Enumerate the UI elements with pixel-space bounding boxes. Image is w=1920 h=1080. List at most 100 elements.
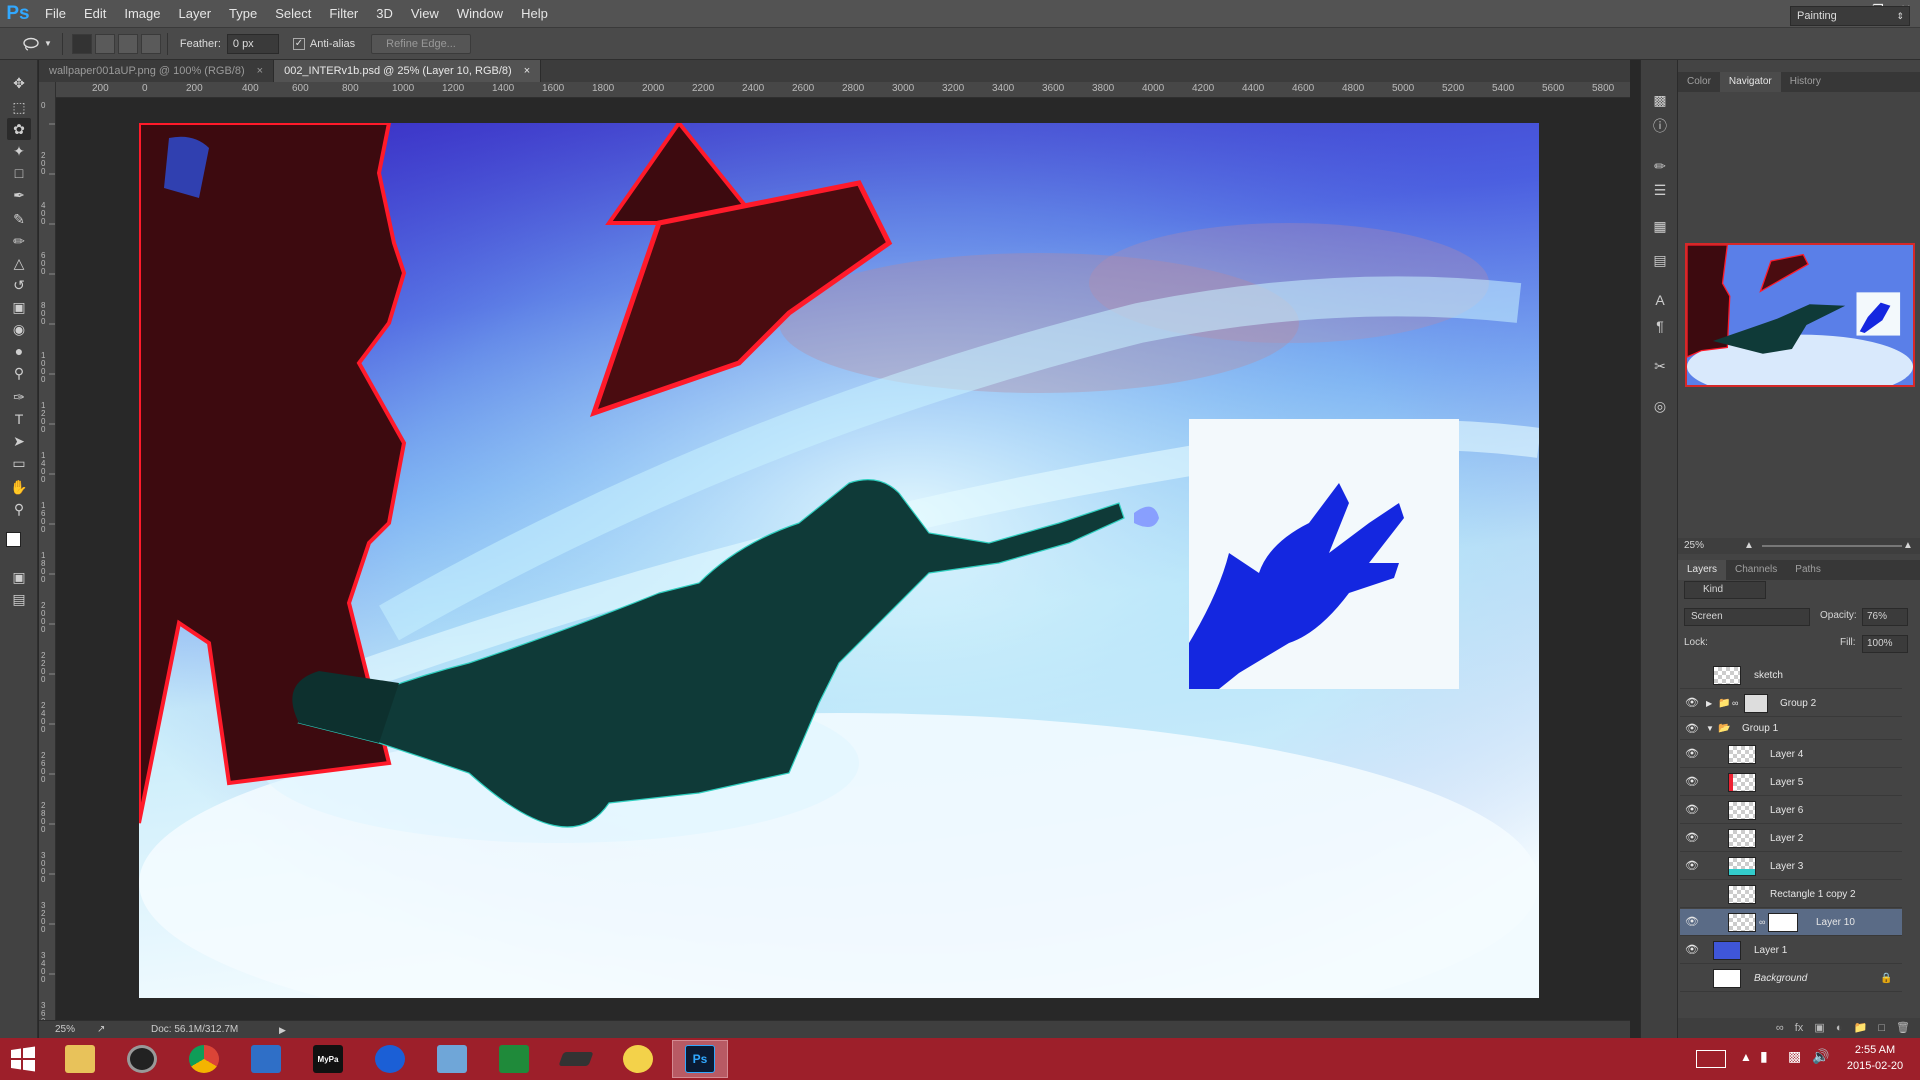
blend-mode-select[interactable]: Screen <box>1684 608 1810 626</box>
rectangle-tool-icon[interactable]: ▭ <box>7 452 31 474</box>
close-icon[interactable]: × <box>257 60 263 82</box>
history-brush-tool-icon[interactable]: ↺ <box>7 274 31 296</box>
lasso-icon[interactable] <box>20 33 42 55</box>
close-icon[interactable]: × <box>524 60 530 82</box>
tab-history[interactable]: History <box>1781 72 1830 92</box>
brush-tool-icon[interactable]: ✏ <box>7 230 31 252</box>
tab-channels[interactable]: Channels <box>1726 560 1786 580</box>
eye-icon[interactable]: 👁 <box>1684 721 1700 737</box>
visibility-off-icon[interactable] <box>1684 886 1700 902</box>
layer-row-group-2[interactable]: 👁 ▶ 📁 ∞ Group 2 <box>1680 690 1902 717</box>
layer-mask-thumbnail[interactable] <box>1768 913 1798 932</box>
layer-filter-select[interactable]: Kind <box>1684 581 1766 599</box>
eye-icon[interactable]: 👁 <box>1684 914 1700 930</box>
status-zoom[interactable]: 25% <box>55 1021 75 1039</box>
eyedropper-tool-icon[interactable]: ✒ <box>7 184 31 206</box>
type-tool-icon[interactable]: T <box>7 408 31 430</box>
visibility-off-icon[interactable] <box>1684 667 1700 683</box>
info-icon[interactable]: ⓘ <box>1649 116 1671 136</box>
move-tool-icon[interactable]: ✥ <box>7 72 31 94</box>
eye-icon[interactable]: 👁 <box>1684 746 1700 762</box>
control-panel-app[interactable] <box>238 1040 294 1078</box>
tablet-tool-app[interactable] <box>548 1040 604 1078</box>
paragraph-icon[interactable]: ¶ <box>1649 316 1671 336</box>
malwarebytes-app[interactable] <box>362 1040 418 1078</box>
brush-presets-icon[interactable]: ▩ <box>1649 90 1671 110</box>
magic-wand-tool-icon[interactable]: ✦ <box>7 140 31 162</box>
menu-window[interactable]: Window <box>448 0 512 27</box>
menu-select[interactable]: Select <box>266 0 320 27</box>
dodge-tool-icon[interactable]: ⚲ <box>7 362 31 384</box>
tab-interv1b[interactable]: 002_INTERv1b.psd @ 25% (Layer 10, RGB/8)… <box>274 60 542 82</box>
new-selection-icon[interactable] <box>71 33 92 54</box>
foreground-color-swatch[interactable] <box>6 532 21 547</box>
subtract-selection-icon[interactable] <box>117 33 138 54</box>
menu-layer[interactable]: Layer <box>170 0 221 27</box>
tab-layers[interactable]: Layers <box>1678 560 1727 580</box>
chevron-down-icon[interactable]: ▼ <box>44 39 52 48</box>
layer-row-layer-10[interactable]: 👁 ∞ Layer 10 <box>1680 909 1902 936</box>
layer-row-layer-1[interactable]: 👁 Layer 1 <box>1680 937 1902 964</box>
eye-icon[interactable]: 👁 <box>1684 942 1700 958</box>
eraser-tool-icon[interactable]: ▣ <box>7 296 31 318</box>
menu-edit[interactable]: Edit <box>75 0 115 27</box>
play-icon[interactable]: ▶ <box>279 1021 286 1039</box>
swatches-icon[interactable]: ▦ <box>1649 216 1671 236</box>
expand-arrow-icon[interactable]: ▶ <box>1706 690 1712 717</box>
layer-row-sketch[interactable]: sketch <box>1680 662 1902 689</box>
artwork-image[interactable] <box>139 123 1539 998</box>
antialias-checkbox[interactable]: ✓ <box>292 37 305 50</box>
workspace-select[interactable]: Painting ⇕ <box>1790 6 1910 26</box>
pen-tool-icon[interactable]: ✑ <box>7 386 31 408</box>
pikachu-app[interactable] <box>610 1040 666 1078</box>
nav-zoom-slider[interactable] <box>1762 545 1902 547</box>
opacity-input[interactable]: 76% <box>1862 608 1908 626</box>
layer-row-layer-3[interactable]: 👁 Layer 3 <box>1680 853 1902 880</box>
blur-tool-icon[interactable]: ● <box>7 340 31 362</box>
chrome-app[interactable] <box>176 1040 232 1078</box>
eye-icon[interactable]: 👁 <box>1684 802 1700 818</box>
eye-icon[interactable]: 👁 <box>1684 858 1700 874</box>
menu-view[interactable]: View <box>402 0 448 27</box>
new-layer-icon[interactable]: □ <box>1878 1022 1885 1034</box>
adjustments-icon[interactable]: ☰ <box>1649 180 1671 200</box>
layer-row-layer-5[interactable]: 👁 Layer 5 <box>1680 769 1902 796</box>
character-icon[interactable]: A <box>1649 290 1671 310</box>
menu-help[interactable]: Help <box>512 0 557 27</box>
add-selection-icon[interactable] <box>94 33 115 54</box>
menu-file[interactable]: File <box>36 0 75 27</box>
keyboard-icon[interactable] <box>1696 1050 1726 1068</box>
chain-icon[interactable]: ∞ <box>1759 909 1765 936</box>
network-tool-app[interactable] <box>424 1040 480 1078</box>
visibility-off-icon[interactable] <box>1684 970 1700 986</box>
layer-row-rectangle-1-copy-2[interactable]: Rectangle 1 copy 2 <box>1680 881 1902 908</box>
layer-row-background[interactable]: Background 🔒 <box>1680 965 1902 992</box>
adjustment-layer-icon[interactable]: ◐ <box>1836 1022 1843 1034</box>
volume-icon[interactable]: 🔊 <box>1812 1048 1829 1065</box>
menu-filter[interactable]: Filter <box>320 0 367 27</box>
export-icon[interactable]: ↗ <box>97 1021 105 1039</box>
network-signal-icon[interactable]: ▩ <box>1788 1048 1801 1065</box>
navigator-preview[interactable] <box>1685 243 1915 387</box>
trash-icon[interactable]: 🗑 <box>1896 1022 1910 1034</box>
3d-icon[interactable]: ◎ <box>1649 396 1671 416</box>
menu-image[interactable]: Image <box>115 0 169 27</box>
zoom-out-icon[interactable]: ▲ <box>1744 538 1754 554</box>
fill-input[interactable]: 100% <box>1862 635 1908 653</box>
file-explorer-app[interactable] <box>52 1040 108 1078</box>
layer-row-layer-2[interactable]: 👁 Layer 2 <box>1680 825 1902 852</box>
quick-mask-icon[interactable]: ▣ <box>7 566 31 588</box>
mypaint-app[interactable]: MyPa <box>300 1040 356 1078</box>
new-group-icon[interactable]: 📁 <box>1854 1022 1868 1034</box>
add-mask-icon[interactable]: ▣ <box>1814 1022 1824 1034</box>
nav-zoom-value[interactable]: 25% <box>1684 538 1704 554</box>
eye-icon[interactable]: 👁 <box>1684 830 1700 846</box>
tab-navigator[interactable]: Navigator <box>1719 72 1781 92</box>
tab-wallpaper[interactable]: wallpaper001aUP.png @ 100% (RGB/8) × <box>39 60 275 82</box>
feather-input[interactable]: 0 px <box>226 33 279 54</box>
tab-color[interactable]: Color <box>1678 72 1720 92</box>
link-layers-icon[interactable]: ∞ <box>1776 1022 1784 1034</box>
intersect-selection-icon[interactable] <box>140 33 161 54</box>
zoom-tool-icon[interactable]: ⚲ <box>7 498 31 520</box>
path-selection-tool-icon[interactable]: ➤ <box>7 430 31 452</box>
